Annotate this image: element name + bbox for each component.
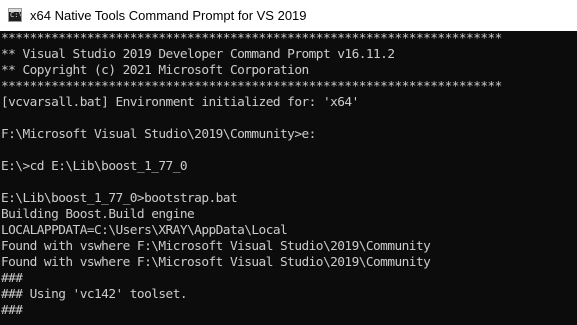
console-line: LOCALAPPDATA=C:\Users\XRAY\AppData\Local [1, 223, 288, 238]
command-prompt-icon[interactable]: C:\ [8, 8, 22, 22]
console-output[interactable]: ****************************************… [0, 31, 577, 325]
console-line: ** Visual Studio 2019 Developer Command … [1, 47, 395, 62]
console-line: [vcvarsall.bat] Environment initialized … [1, 95, 359, 110]
console-line: ** Copyright (c) 2021 Microsoft Corporat… [1, 63, 309, 78]
console-line: ****************************************… [1, 31, 502, 46]
command-prompt-window: C:\ x64 Native Tools Command Prompt for … [0, 0, 577, 325]
console-line: Found with vswhere F:\Microsoft Visual S… [1, 239, 431, 254]
console-line: ### [1, 303, 23, 318]
console-line: E:\Lib\boost_1_77_0>bootstrap.bat [1, 191, 238, 206]
window-title: x64 Native Tools Command Prompt for VS 2… [30, 8, 307, 23]
console-line: ### Using 'vc142' toolset. [1, 287, 188, 302]
console-line: F:\Microsoft Visual Studio\2019\Communit… [1, 127, 316, 142]
console-line: Found with vswhere F:\Microsoft Visual S… [1, 255, 431, 270]
console-line: ****************************************… [1, 79, 502, 94]
console-line: E:\>cd E:\Lib\boost_1_77_0 [1, 159, 188, 174]
title-bar[interactable]: C:\ x64 Native Tools Command Prompt for … [0, 0, 577, 31]
console-line: ### [1, 271, 23, 286]
console-line: Building Boost.Build engine [1, 207, 195, 222]
